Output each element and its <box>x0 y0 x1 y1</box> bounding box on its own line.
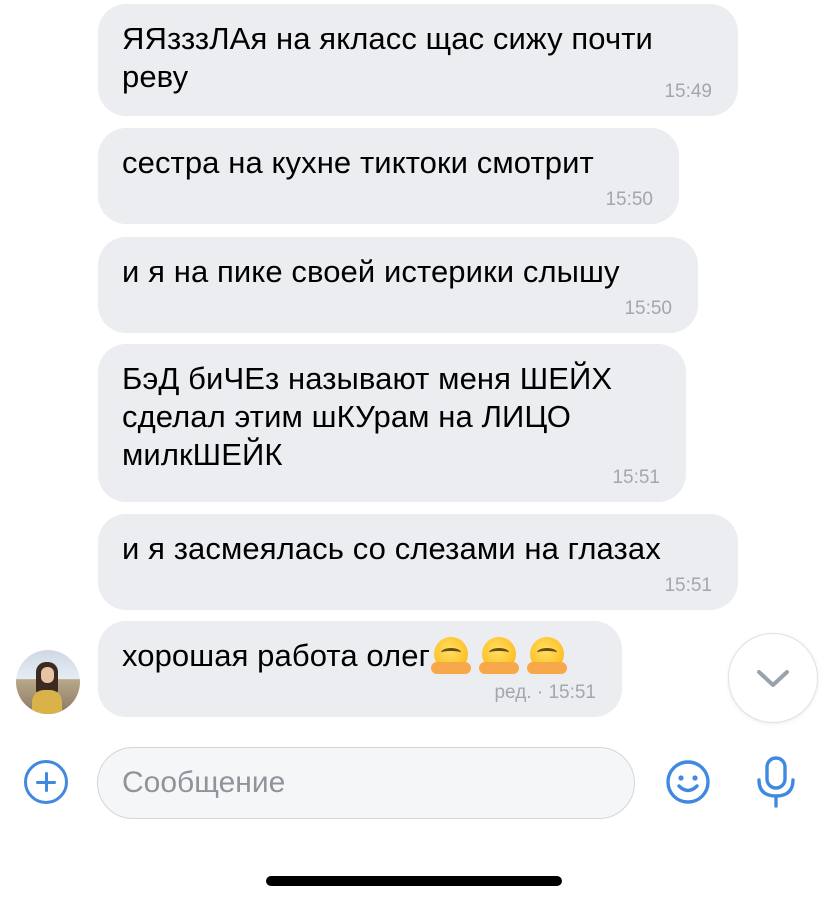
hugging-face-emoji <box>430 637 567 674</box>
message-time: 15:51 <box>664 575 712 596</box>
smile-icon <box>666 760 710 804</box>
message-bubble[interactable]: ЯЯзззЛАя на якласс щас сижу почти реву 1… <box>98 4 738 116</box>
message-text: ЯЯзззЛАя на якласс щас сижу почти реву <box>122 21 653 94</box>
chevron-down-icon <box>757 670 789 687</box>
home-indicator[interactable] <box>266 876 562 886</box>
message-input[interactable] <box>97 747 635 819</box>
message-bubble[interactable]: и я засмеялась со слезами на глазах 15:5… <box>98 514 738 610</box>
message-list: ЯЯзззЛАя на якласс щас сижу почти реву 1… <box>0 0 828 730</box>
message-bubble[interactable]: и я на пике своей истерики слышу 15:50 <box>98 237 698 333</box>
message-time: 15:50 <box>605 189 653 210</box>
voice-message-button[interactable] <box>752 754 800 810</box>
message-text: сестра на кухне тиктоки смотрит <box>122 145 594 180</box>
message-text: и я на пике своей истерики слышу <box>122 254 620 289</box>
message-text: и я засмеялась со слезами на глазах <box>122 531 661 566</box>
message-time: 15:51 <box>612 467 660 488</box>
scroll-down-button[interactable] <box>728 633 818 723</box>
message-composer <box>0 740 828 830</box>
message-text: БэД биЧЕз называют меня ШЕЙХ сделал этим… <box>122 361 613 472</box>
message-text-content: хорошая работа олег <box>122 638 430 673</box>
avatar[interactable] <box>16 650 80 714</box>
message-time: 15:49 <box>664 81 712 102</box>
message-text: хорошая работа олег <box>122 637 596 675</box>
message-bubble[interactable]: хорошая работа олег ред. · 15:51 <box>98 621 622 717</box>
message-bubble[interactable]: БэД биЧЕз называют меня ШЕЙХ сделал этим… <box>98 344 686 502</box>
message-time: ред. · 15:51 <box>494 682 596 703</box>
emoji-button[interactable] <box>664 758 712 806</box>
message-bubble[interactable]: сестра на кухне тиктоки смотрит 15:50 <box>98 128 679 224</box>
attach-button[interactable] <box>24 760 68 804</box>
microphone-icon <box>757 756 795 808</box>
message-time: 15:50 <box>624 298 672 319</box>
